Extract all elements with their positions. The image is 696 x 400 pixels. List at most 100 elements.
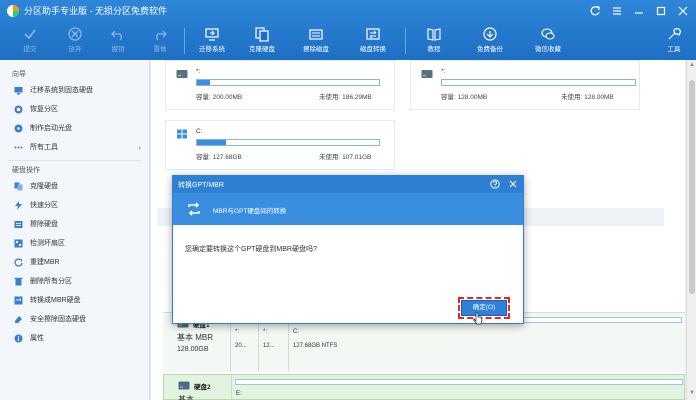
undo-button[interactable]: 撤销 — [94, 24, 142, 58]
usage-bar — [196, 139, 380, 146]
usage-bar-fill — [197, 140, 227, 145]
sidebar-item-migrate[interactable]: 迁移系统到固态硬盘 — [0, 81, 149, 100]
clone-disk-button[interactable]: 克隆硬盘 — [238, 24, 286, 58]
discard-button[interactable]: 放弃 — [51, 24, 99, 58]
disk-partition[interactable]: E: — [231, 375, 686, 399]
rebuild-mbr-icon — [14, 258, 23, 267]
sidebar: 向导 迁移系统到固态硬盘 恢复分区 制作启动光盘 所有工具 › 硬盘操作 克隆硬… — [0, 60, 150, 400]
sidebar-item-convert-mbr[interactable]: 转换成MBR硬盘 — [0, 291, 149, 310]
sidebar-divider — [8, 160, 141, 161]
sidebar-section-wizard: 向导 — [12, 71, 26, 78]
usage-bar — [441, 79, 636, 86]
app-logo-icon — [7, 5, 19, 17]
tutorial-button[interactable]: 教程 — [410, 24, 458, 58]
close-icon[interactable] — [508, 179, 518, 189]
disk-size: 128.00GB — [177, 346, 209, 353]
dialog-title-bar: 转换GPT/MBR — [173, 176, 523, 193]
sidebar-item-recover[interactable]: 恢复分区 — [0, 100, 149, 119]
properties-icon — [14, 334, 23, 343]
dialog-title: 转换GPT/MBR — [178, 182, 224, 189]
wechat-icon — [541, 28, 555, 40]
redo-icon — [156, 30, 167, 41]
free-label: 未使用: 107.01GB — [319, 154, 372, 161]
disk-row-selected[interactable]: 硬盘2 基本 ... E: — [163, 374, 685, 400]
sidebar-item-properties[interactable]: 属性 — [0, 329, 149, 348]
drive-icon — [176, 70, 188, 78]
sidebar-item-bootable[interactable]: 制作启动光盘 — [0, 119, 149, 138]
menu-icon[interactable] — [609, 4, 625, 18]
submit-button[interactable]: 提交 — [6, 24, 54, 58]
scroll-down-icon[interactable]: ▼ — [688, 390, 696, 398]
partition-card[interactable]: C: 容量: 127.68GB 未使用: 107.01GB — [165, 120, 395, 170]
mouse-cursor-icon — [473, 312, 483, 325]
wipe-disk-button[interactable]: 擦除磁盘 — [292, 24, 340, 58]
tutorial-icon — [427, 28, 441, 41]
migrate-os-button[interactable]: 迁移系统 — [188, 24, 236, 58]
minimize-icon[interactable] — [631, 4, 647, 18]
sidebar-item-quick-partition[interactable]: 快速分区 — [0, 196, 149, 215]
partition-bar — [235, 379, 683, 385]
sidebar-item-all-tools[interactable]: 所有工具 › — [0, 138, 149, 157]
sidebar-section-disk-ops: 硬盘操作 — [12, 167, 40, 174]
usage-bar — [196, 79, 380, 86]
bootable-disc-icon — [14, 124, 23, 133]
disk-convert-icon — [366, 28, 380, 40]
toolbar-separator — [184, 28, 185, 54]
disk-type: 基本 ... — [178, 395, 203, 400]
partition-card[interactable]: *: 容量: 128.00MB 未使用: 128.00MB — [410, 60, 640, 110]
clone-icon — [14, 182, 23, 191]
scroll-thumb[interactable] — [689, 80, 695, 294]
hard-disk-icon — [178, 381, 190, 390]
maximize-icon[interactable] — [653, 4, 669, 18]
delete-all-icon — [14, 277, 23, 286]
partition-card[interactable]: *: 容量: 200.00MB 未使用: 186.29MB — [165, 60, 395, 110]
drive-icon — [421, 70, 433, 78]
sidebar-item-delete-all[interactable]: 删除所有分区 — [0, 272, 149, 291]
secure-erase-icon — [15, 316, 22, 323]
submit-icon — [24, 29, 36, 40]
wechat-button[interactable]: 微信收藏 — [524, 24, 572, 58]
disk-info: 硬盘2 基本 ... — [164, 375, 230, 400]
dialog-message: 您确定要转换这个GPT硬盘到MBR硬盘吗? — [185, 246, 317, 253]
windows-drive-icon — [177, 129, 187, 139]
sidebar-item-clone[interactable]: 克隆硬盘 — [0, 177, 149, 196]
free-backup-button[interactable]: 免费备份 — [466, 24, 514, 58]
title-bar: 分区助手专业版 - 无损分区免费软件 — [0, 0, 696, 22]
refresh-icon[interactable] — [587, 4, 603, 18]
close-window-icon[interactable] — [675, 4, 691, 18]
capacity-label: 容量: 127.68GB — [196, 154, 242, 161]
bad-sector-icon — [14, 239, 23, 248]
disk-type: 基本 MBR — [177, 333, 213, 342]
undo-icon — [111, 30, 122, 41]
quick-partition-icon — [15, 201, 22, 210]
all-tools-icon — [14, 146, 23, 149]
help-icon[interactable] — [490, 179, 500, 189]
top-bar: 分区助手专业版 - 无损分区免费软件 提交 放弃 撤销 重做 迁移系统 克隆硬盘… — [0, 0, 696, 60]
dialog-banner-text: MBR与GPT硬盘间的转换 — [213, 208, 287, 215]
recover-icon — [14, 105, 23, 114]
toolbar-separator — [405, 28, 406, 54]
disk-convert-button[interactable]: 磁盘转换 — [349, 24, 397, 58]
usage-bar-fill — [197, 80, 210, 85]
wipe-icon — [14, 221, 23, 228]
ok-button[interactable]: 确定(O) — [458, 297, 510, 319]
capacity-label: 容量: 200.00MB — [196, 94, 243, 101]
convert-arrows-icon — [188, 202, 200, 216]
sidebar-item-bad-sector[interactable]: 检测坏扇区 — [0, 234, 149, 253]
capacity-label: 容量: 128.00MB — [441, 94, 488, 101]
dialog-banner: MBR与GPT硬盘间的转换 — [173, 193, 523, 225]
clone-disk-icon — [255, 27, 269, 42]
convert-dialog: 转换GPT/MBR MBR与GPT硬盘间的转换 您确定要转换这个GPT硬盘到MB… — [172, 175, 524, 324]
discard-icon — [68, 27, 82, 41]
wipe-disk-icon — [309, 29, 323, 40]
sidebar-item-wipe[interactable]: 擦除硬盘 — [0, 215, 149, 234]
migrate-os-icon — [205, 28, 219, 41]
scroll-up-icon[interactable]: ▲ — [688, 62, 696, 70]
redo-button[interactable]: 重做 — [136, 24, 184, 58]
sidebar-item-secure-erase[interactable]: 安全擦除固态硬盘 — [0, 310, 149, 329]
vertical-scrollbar[interactable]: ▲ ▼ — [686, 60, 696, 400]
tools-button[interactable]: 工具 — [651, 24, 696, 58]
window-title: 分区助手专业版 - 无损分区免费软件 — [24, 6, 167, 16]
sidebar-item-rebuild-mbr[interactable]: 重建MBR — [0, 253, 149, 272]
convert-mbr-icon — [14, 296, 23, 305]
